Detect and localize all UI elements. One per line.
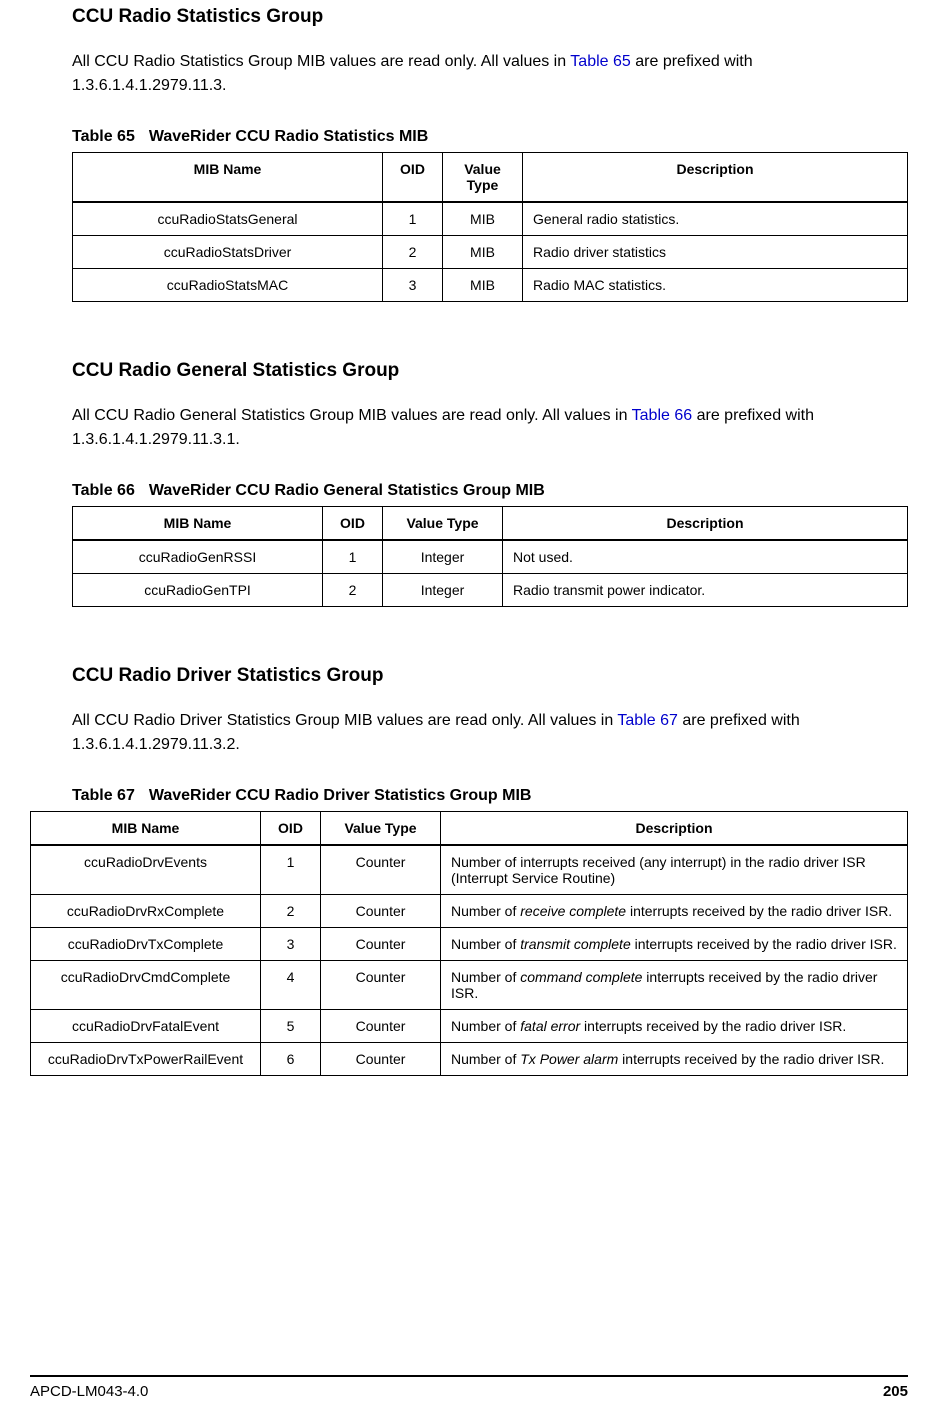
cell-desc: Not used. [503,540,908,574]
cell-vtype: Integer [383,574,503,607]
col-oid: OID [383,153,443,203]
footer-doc-id: APCD-LM043-4.0 [30,1383,148,1400]
cell-oid: 5 [261,1010,321,1043]
cell-oid: 1 [383,202,443,236]
table-caption: Table 67 WaveRider CCU Radio Driver Stati… [72,787,908,805]
table-title: WaveRider CCU Radio General Statistics G… [149,482,545,499]
table-link[interactable]: Table 65 [570,53,631,70]
cell-name: ccuRadioDrvRxComplete [31,895,261,928]
cell-desc: Number of interrupts received (any inter… [441,845,908,895]
text: All CCU Radio Driver Statistics Group MI… [72,712,617,729]
table-66: MIB Name OID Value Type Description ccuR… [72,506,908,607]
table-title: WaveRider CCU Radio Statistics MIB [149,128,428,145]
cell-name: ccuRadioDrvTxPowerRailEvent [31,1043,261,1076]
cell-name: ccuRadioDrvFatalEvent [31,1010,261,1043]
cell-vtype: MIB [443,236,523,269]
cell-name: ccuRadioDrvTxComplete [31,928,261,961]
table-row: ccuRadioGenTPI 2 Integer Radio transmit … [73,574,908,607]
cell-vtype: Counter [321,1043,441,1076]
cell-desc: Number of transmit complete interrupts r… [441,928,908,961]
table-row: ccuRadioDrvCmdComplete 4 Counter Number … [31,961,908,1010]
cell-name: ccuRadioGenTPI [73,574,323,607]
cell-desc: Radio driver statistics [523,236,908,269]
col-oid: OID [261,812,321,846]
table-number: Table 65 [72,128,135,145]
col-value-type: Value Type [321,812,441,846]
cell-oid: 3 [261,928,321,961]
footer-page-number: 205 [883,1383,908,1400]
table-row: ccuRadioGenRSSI 1 Integer Not used. [73,540,908,574]
table-caption: Table 65 WaveRider CCU Radio Statistics M… [72,128,908,146]
cell-desc: General radio statistics. [523,202,908,236]
col-description: Description [503,507,908,541]
col-description: Description [523,153,908,203]
cell-vtype: MIB [443,269,523,302]
table-row: ccuRadioDrvFatalEvent 5 Counter Number o… [31,1010,908,1043]
col-mib-name: MIB Name [73,153,383,203]
cell-oid: 2 [383,236,443,269]
table-link[interactable]: Table 67 [617,712,678,729]
table-row: ccuRadioDrvEvents 1 Counter Number of in… [31,845,908,895]
table-row: ccuRadioStatsMAC 3 MIB Radio MAC statist… [73,269,908,302]
cell-name: ccuRadioStatsMAC [73,269,383,302]
page-footer: APCD-LM043-4.0 205 [30,1375,908,1400]
cell-oid: 3 [383,269,443,302]
cell-oid: 1 [323,540,383,574]
cell-vtype: Counter [321,1010,441,1043]
table-link[interactable]: Table 66 [632,407,693,424]
cell-oid: 2 [323,574,383,607]
col-mib-name: MIB Name [73,507,323,541]
cell-vtype: Counter [321,895,441,928]
table-header-row: MIB Name OID Value Type Description [31,812,908,846]
cell-oid: 2 [261,895,321,928]
table-row: ccuRadioDrvRxComplete 2 Counter Number o… [31,895,908,928]
cell-vtype: Counter [321,928,441,961]
table-number: Table 67 [72,787,135,804]
cell-name: ccuRadioDrvCmdComplete [31,961,261,1010]
table-row: ccuRadioDrvTxComplete 3 Counter Number o… [31,928,908,961]
cell-vtype: Counter [321,961,441,1010]
cell-vtype: Counter [321,845,441,895]
cell-vtype: MIB [443,202,523,236]
text: All CCU Radio General Statistics Group M… [72,407,632,424]
cell-desc: Number of command complete interrupts re… [441,961,908,1010]
table-row: ccuRadioStatsDriver 2 MIB Radio driver s… [73,236,908,269]
table-67: MIB Name OID Value Type Description ccuR… [30,811,908,1076]
table-caption: Table 66 WaveRider CCU Radio General Stat… [72,482,908,500]
cell-desc: Radio transmit power indicator. [503,574,908,607]
cell-name: ccuRadioGenRSSI [73,540,323,574]
cell-desc: Radio MAC statistics. [523,269,908,302]
body-text: All CCU Radio Statistics Group MIB value… [72,50,908,98]
col-mib-name: MIB Name [31,812,261,846]
table-number: Table 66 [72,482,135,499]
body-text: All CCU Radio Driver Statistics Group MI… [72,709,908,757]
cell-name: ccuRadioStatsDriver [73,236,383,269]
table-header-row: MIB Name OID Value Type Description [73,507,908,541]
cell-vtype: Integer [383,540,503,574]
col-description: Description [441,812,908,846]
cell-name: ccuRadioDrvEvents [31,845,261,895]
table-row: ccuRadioStatsGeneral 1 MIB General radio… [73,202,908,236]
heading-ccu-radio-general-statistics: CCU Radio General Statistics Group [72,354,908,382]
table-65: MIB Name OID Value Type Description ccuR… [72,152,908,302]
col-value-type: Value Type [443,153,523,203]
heading-ccu-radio-driver-statistics: CCU Radio Driver Statistics Group [72,659,908,687]
cell-desc: Number of fatal error interrupts receive… [441,1010,908,1043]
cell-oid: 1 [261,845,321,895]
table-header-row: MIB Name OID Value Type Description [73,153,908,203]
text: All CCU Radio Statistics Group MIB value… [72,53,570,70]
table-row: ccuRadioDrvTxPowerRailEvent 6 Counter Nu… [31,1043,908,1076]
cell-oid: 6 [261,1043,321,1076]
cell-desc: Number of receive complete interrupts re… [441,895,908,928]
heading-ccu-radio-statistics: CCU Radio Statistics Group [72,0,908,28]
cell-desc: Number of Tx Power alarm interrupts rece… [441,1043,908,1076]
col-oid: OID [323,507,383,541]
cell-oid: 4 [261,961,321,1010]
body-text: All CCU Radio General Statistics Group M… [72,404,908,452]
cell-name: ccuRadioStatsGeneral [73,202,383,236]
col-value-type: Value Type [383,507,503,541]
table-title: WaveRider CCU Radio Driver Statistics Gr… [149,787,532,804]
